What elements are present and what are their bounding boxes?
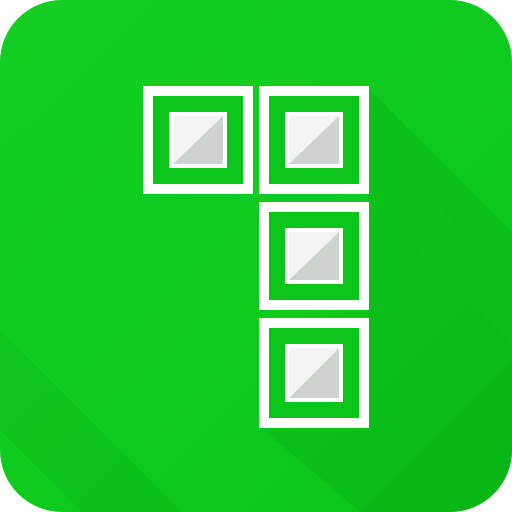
tetromino-l-icon — [0, 0, 512, 512]
app-icon-tile[interactable] — [0, 0, 512, 512]
app-icon-canvas — [0, 0, 512, 512]
block-bottom — [259, 318, 369, 428]
block-top-left — [143, 86, 253, 194]
block-top-right — [259, 86, 369, 194]
block-middle — [259, 202, 369, 310]
